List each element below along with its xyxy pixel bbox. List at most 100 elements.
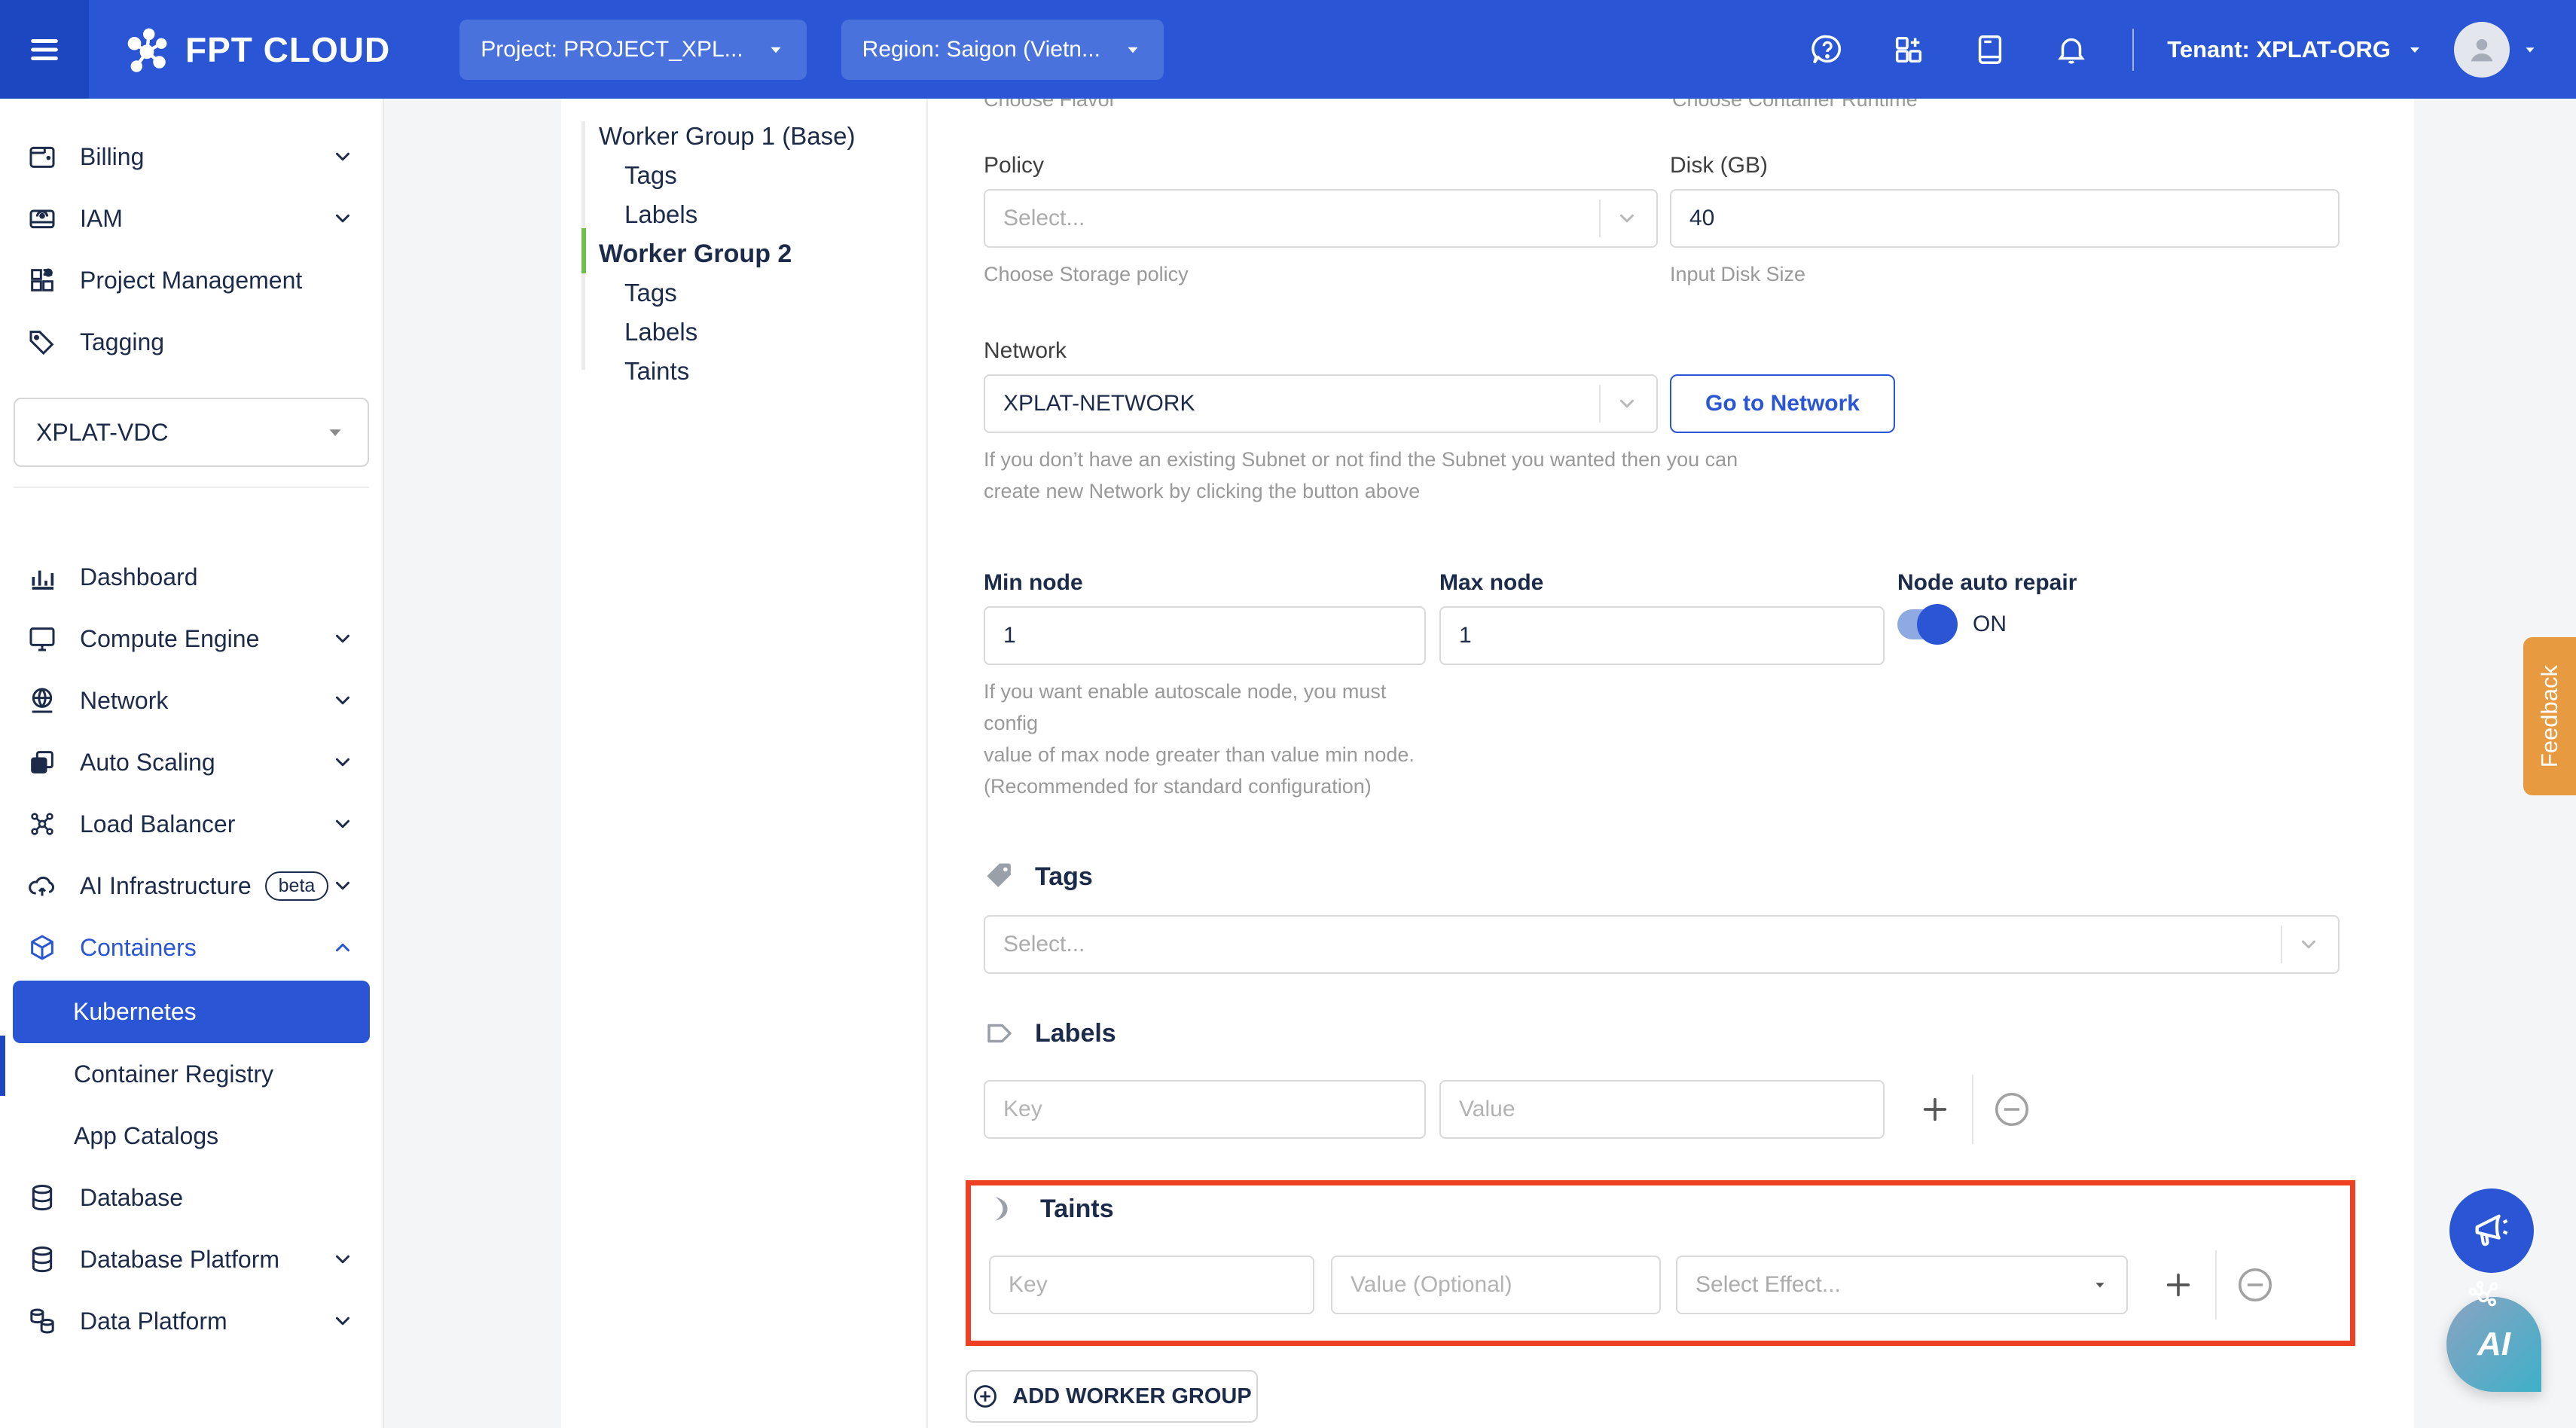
sidebar-item-iam[interactable]: IAM: [0, 188, 383, 249]
nav-label: Tags: [624, 279, 677, 307]
sidebar-item-billing[interactable]: Billing: [0, 126, 383, 188]
labels-icon: [984, 1018, 1015, 1049]
min-node-label: Min node: [984, 570, 1426, 596]
add-worker-group-button[interactable]: ADD WORKER GROUP: [966, 1370, 1258, 1423]
sidebar-item-database[interactable]: Database: [0, 1167, 383, 1228]
sidebar-item-label: Billing: [80, 143, 144, 171]
vdc-selector-value: XPLAT-VDC: [36, 419, 168, 447]
nav-label: Tags: [624, 161, 677, 190]
network-select[interactable]: XPLAT-NETWORK: [984, 374, 1658, 433]
sidebar-item-data-platform[interactable]: Data Platform: [0, 1290, 383, 1352]
taint-key-input[interactable]: [989, 1256, 1314, 1314]
chevron-down-icon: [331, 689, 354, 712]
sidebar-item-container-registry[interactable]: Container Registry: [0, 1043, 383, 1105]
database-icon: [27, 1182, 57, 1213]
nav-worker-group-1[interactable]: Worker Group 1 (Base): [561, 117, 926, 156]
navbar-divider: [2132, 29, 2134, 71]
announcements-button[interactable]: [2449, 1188, 2534, 1273]
node-auto-repair-toggle[interactable]: [1897, 609, 1952, 639]
sidebar-item-label: Database Platform: [80, 1246, 279, 1274]
vdc-selector[interactable]: XPLAT-VDC: [14, 398, 369, 467]
toggle-knob: [1917, 604, 1958, 645]
tags-heading: Tags: [1035, 862, 1093, 892]
nav-label: Worker Group 1 (Base): [599, 122, 856, 151]
disk-size-input[interactable]: [1670, 189, 2339, 248]
sidebar-item-project-management[interactable]: Project Management: [0, 249, 383, 311]
sidebar-item-label: IAM: [80, 205, 123, 233]
ai-assistant-button[interactable]: AI: [2446, 1297, 2541, 1392]
sidebar-item-label: Container Registry: [74, 1060, 273, 1088]
nodes-icon: [27, 809, 57, 839]
chevron-down-icon: [331, 207, 354, 230]
labels-heading: Labels: [1035, 1019, 1116, 1048]
active-step-indicator: [581, 228, 586, 273]
sidebar-item-label: AI Infrastructure: [80, 872, 252, 900]
brand-name: FPT CLOUD: [185, 29, 390, 70]
tags-select[interactable]: Select...: [984, 915, 2339, 974]
person-icon: [2465, 32, 2499, 67]
caret-down-icon: [2092, 1277, 2108, 1293]
grid-icon: [27, 265, 57, 295]
feedback-label: Feedback: [2536, 665, 2563, 767]
globe-icon: [27, 685, 57, 716]
sidebar-item-app-catalogs[interactable]: App Catalogs: [0, 1105, 383, 1167]
policy-label: Policy: [984, 153, 1658, 178]
help-chat-icon[interactable]: [1810, 32, 1845, 67]
nav-wg2-labels[interactable]: Labels: [561, 313, 926, 352]
project-selector[interactable]: Project: PROJECT_XPL...: [459, 20, 806, 80]
sidebar-item-ai-infrastructure[interactable]: AI Infrastructure beta: [0, 855, 383, 917]
id-card-icon: [27, 203, 57, 233]
nav-wg2-taints[interactable]: Taints: [561, 352, 926, 391]
main-content-card: Worker Group 1 (Base) Tags Labels Worker…: [561, 99, 2414, 1428]
button-divider: [1972, 1075, 1973, 1144]
min-node-input[interactable]: [984, 606, 1426, 665]
max-node-input[interactable]: [1439, 606, 1885, 665]
sidebar-item-dashboard[interactable]: Dashboard: [0, 546, 383, 608]
sidebar-item-load-balancer[interactable]: Load Balancer: [0, 793, 383, 855]
label-key-input[interactable]: [984, 1080, 1426, 1139]
nav-wg1-labels[interactable]: Labels: [561, 195, 926, 234]
databases-icon: [27, 1306, 57, 1336]
menu-button[interactable]: [0, 0, 89, 99]
nav-worker-group-2-active[interactable]: Worker Group 2: [561, 234, 926, 273]
region-selector[interactable]: Region: Saigon (Vietn...: [841, 20, 1164, 80]
sidebar-item-kubernetes-active[interactable]: Kubernetes: [13, 981, 370, 1043]
label-value-input[interactable]: [1439, 1080, 1885, 1139]
feedback-tab[interactable]: Feedback: [2523, 637, 2576, 795]
region-selector-label: Region: Saigon (Vietn...: [862, 37, 1100, 63]
worker-group-nav: Worker Group 1 (Base) Tags Labels Worker…: [561, 99, 928, 1428]
notifications-bell-icon[interactable]: [2054, 32, 2089, 67]
user-avatar[interactable]: [2454, 22, 2510, 78]
policy-select[interactable]: Select...: [984, 189, 1658, 248]
taint-value-input[interactable]: [1331, 1256, 1661, 1314]
sidebar-item-network[interactable]: Network: [0, 670, 383, 731]
taint-effect-select[interactable]: Select Effect...: [1676, 1256, 2128, 1314]
sidebar-item-tagging[interactable]: Tagging: [0, 311, 383, 373]
chevron-down-icon: [331, 813, 354, 835]
add-label-button[interactable]: [1916, 1091, 1954, 1128]
taint-effect-placeholder: Select Effect...: [1695, 1272, 1841, 1298]
nav-wg2-tags[interactable]: Tags: [561, 273, 926, 313]
go-to-network-button[interactable]: Go to Network: [1670, 374, 1895, 433]
tenant-selector-label: Tenant: XPLAT-ORG: [2167, 36, 2391, 63]
plus-icon: [1920, 1094, 1950, 1124]
sidebar: Billing IAM Project Management Tagging X…: [0, 99, 384, 1428]
sidebar-item-containers[interactable]: Containers: [0, 917, 383, 978]
sidebar-item-label: Compute Engine: [80, 625, 259, 653]
brand-logo[interactable]: FPT CLOUD: [122, 25, 390, 75]
sidebar-item-auto-scaling[interactable]: Auto Scaling: [0, 731, 383, 793]
node-auto-repair-label: Node auto repair: [1897, 570, 2077, 596]
taints-heading: Taints: [1040, 1195, 1114, 1224]
add-taint-button[interactable]: [2159, 1266, 2197, 1304]
bar-chart-icon: [27, 562, 57, 592]
apps-grid-plus-icon[interactable]: [1891, 32, 1926, 67]
plus-circle-icon: [972, 1383, 999, 1410]
remove-taint-button[interactable]: [2235, 1265, 2275, 1305]
nav-wg1-tags[interactable]: Tags: [561, 156, 926, 195]
sidebar-item-database-platform[interactable]: Database Platform: [0, 1228, 383, 1290]
sidebar-item-compute-engine[interactable]: Compute Engine: [0, 608, 383, 670]
user-menu-caret-icon[interactable]: [2522, 41, 2538, 58]
tenant-selector[interactable]: Tenant: XPLAT-ORG: [2167, 36, 2424, 63]
remove-label-button[interactable]: [1992, 1089, 2032, 1130]
docs-book-icon[interactable]: [1973, 32, 2007, 67]
